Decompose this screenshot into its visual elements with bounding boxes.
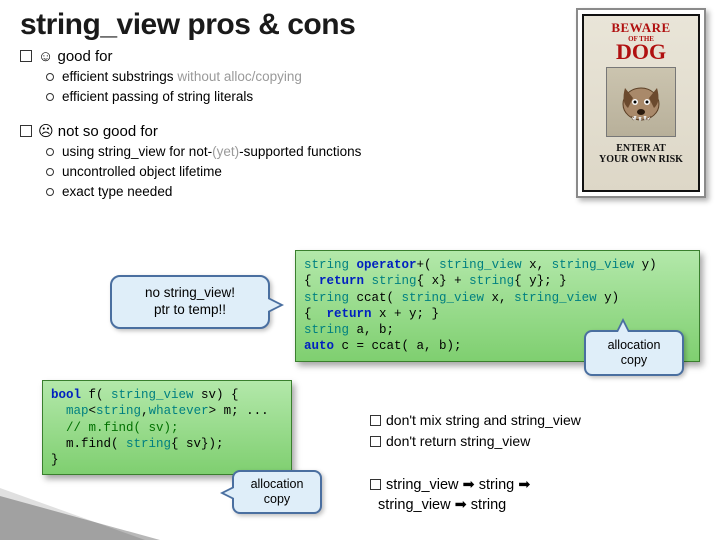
beware-poster: BEWARE OF THE DOG ENTER AT YOUR OWN RISK: [576, 8, 706, 198]
good-heading-text: ☺ good for: [38, 48, 113, 65]
tips-block: don't mix string and string_view don't r…: [370, 410, 700, 452]
bullet-ring-icon: [46, 188, 54, 196]
poster-inner: BEWARE OF THE DOG ENTER AT YOUR OWN RISK: [582, 14, 700, 192]
poster-dog: DOG: [616, 41, 666, 63]
bullet-box-icon: [370, 436, 381, 447]
callout-allocation-1: allocation copy: [584, 330, 684, 376]
poster-beware: BEWARE: [611, 20, 670, 36]
bullet-box-icon: [20, 50, 32, 62]
tip-1: don't mix string and string_view: [370, 410, 700, 431]
slide-root: string_view pros & cons BEWARE OF THE DO…: [0, 0, 720, 540]
good-item-2: efficient passing of string literals: [46, 87, 530, 107]
poster-enter: ENTER AT YOUR OWN RISK: [599, 143, 683, 165]
bullet-box-icon: [370, 415, 381, 426]
bullet-ring-icon: [46, 168, 54, 176]
callout-allocation-2: allocation copy: [232, 470, 322, 514]
dog-icon: [606, 67, 676, 137]
callout-no-string-view: no string_view! ptr to temp!!: [110, 275, 270, 329]
bullet-ring-icon: [46, 73, 54, 81]
content-area: ☺ good for efficient substrings without …: [20, 48, 530, 202]
bullet-box-icon: [370, 479, 381, 490]
bullet-ring-icon: [46, 93, 54, 101]
bad-item-1: using string_view for not-(yet)-supporte…: [46, 142, 530, 162]
corner-wedge-icon: [0, 496, 160, 540]
bullet-box-icon: [20, 125, 32, 137]
bad-heading-text: ☹ not so good for: [38, 123, 158, 140]
bad-item-2: uncontrolled object lifetime: [46, 162, 530, 182]
tip-2: don't return string_view: [370, 431, 700, 452]
code-block-map-find: bool f( string_view sv) { map<string,wha…: [42, 380, 292, 475]
bad-item-3: exact type needed: [46, 182, 530, 202]
conversion-chain: string_view ➡ string ➡ string_view ➡ str…: [370, 475, 700, 516]
bad-heading: ☹ not so good for: [20, 122, 530, 140]
good-heading: ☺ good for: [20, 48, 530, 65]
bullet-ring-icon: [46, 148, 54, 156]
code-map-text: bool f( string_view sv) { map<string,wha…: [51, 387, 283, 468]
good-item-1: efficient substrings without alloc/copyi…: [46, 67, 530, 87]
